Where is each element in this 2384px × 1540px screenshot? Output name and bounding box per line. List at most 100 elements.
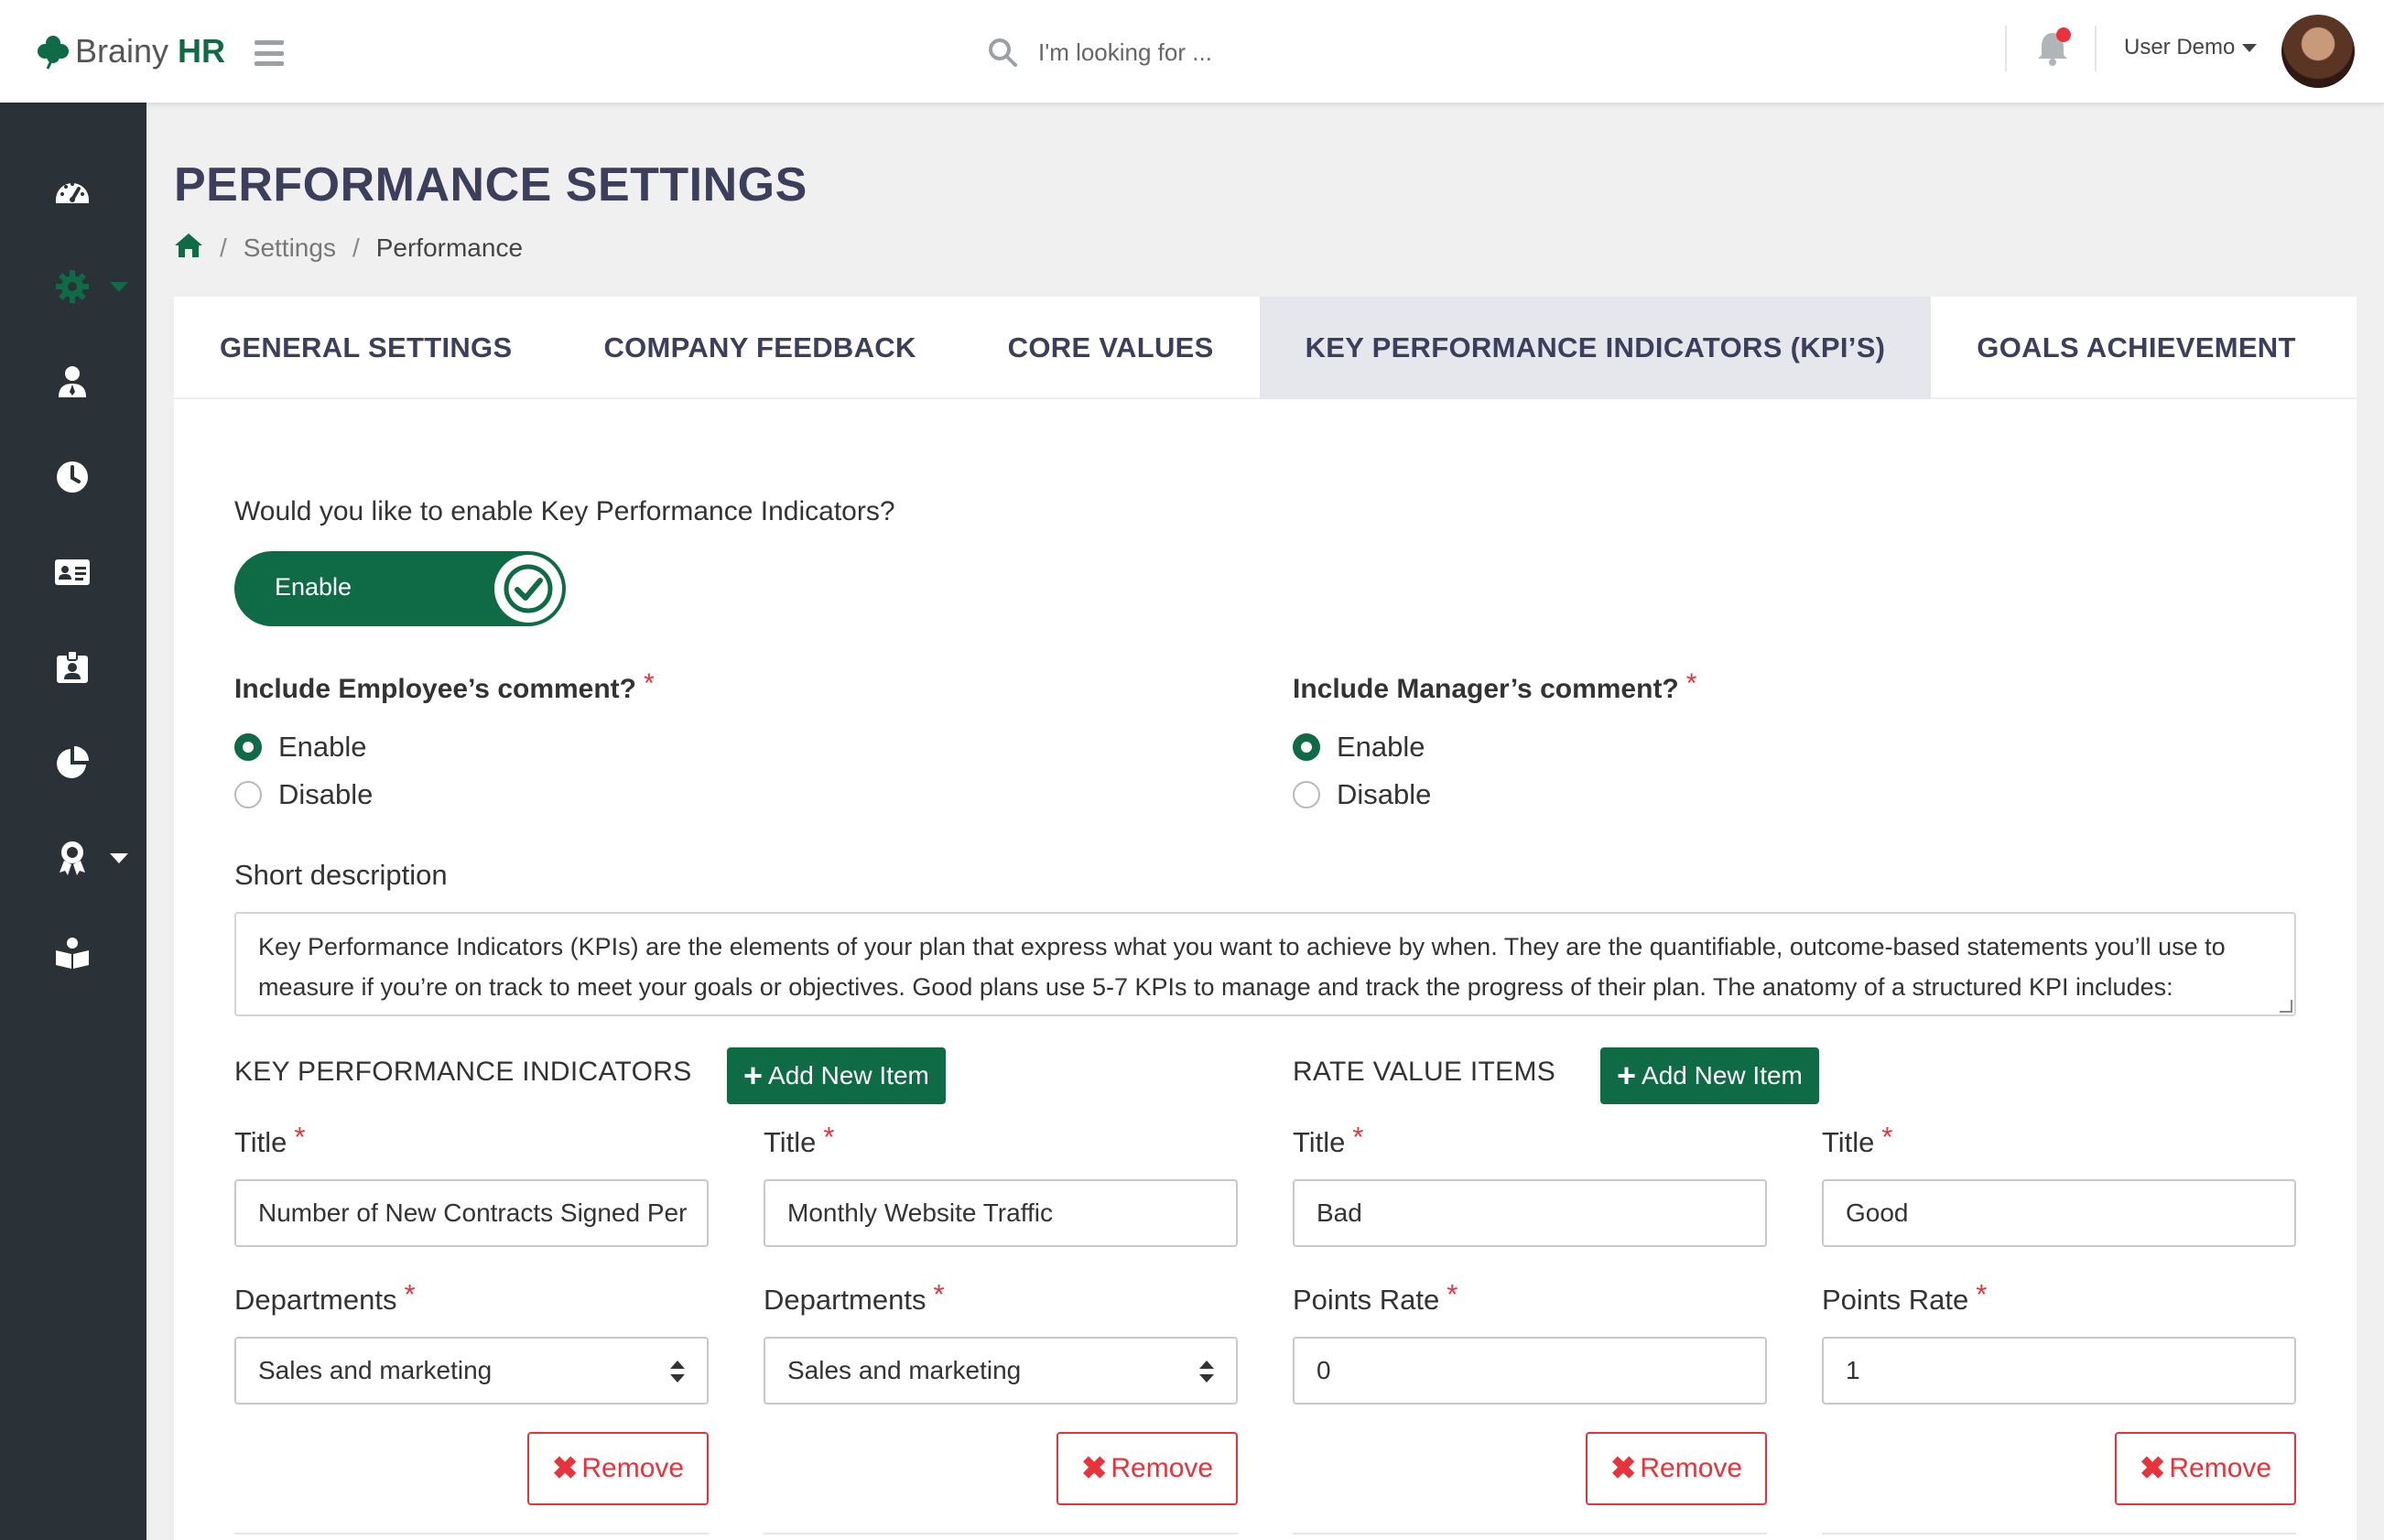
kpi-department-select[interactable]: Sales and marketing xyxy=(764,1337,1238,1404)
required-asterisk: * xyxy=(933,1278,945,1310)
home-icon[interactable] xyxy=(174,232,203,266)
chevron-down-icon xyxy=(110,281,128,292)
required-asterisk: * xyxy=(1685,668,1697,699)
employee-comment-disable[interactable]: Disable xyxy=(234,778,373,811)
close-icon: ✖ xyxy=(1080,1451,1108,1486)
kpi-title-label: Title * xyxy=(764,1121,835,1158)
add-kpi-button[interactable]: + Add New Item xyxy=(727,1047,946,1104)
remove-kpi-button[interactable]: ✖ Remove xyxy=(1057,1432,1238,1505)
close-icon: ✖ xyxy=(2139,1451,2166,1486)
close-icon: ✖ xyxy=(551,1451,579,1486)
close-icon: ✖ xyxy=(1609,1451,1637,1486)
required-asterisk: * xyxy=(1976,1278,1988,1310)
enable-kpi-toggle[interactable]: Enable xyxy=(234,551,566,626)
sidebar-item-reports[interactable] xyxy=(0,731,146,795)
avatar[interactable] xyxy=(2281,15,2355,88)
brand-logo[interactable]: Brainy HR xyxy=(35,27,225,75)
radio-button[interactable] xyxy=(234,733,262,761)
dashboard-icon xyxy=(53,172,92,211)
badge-icon xyxy=(53,648,92,687)
user-icon xyxy=(53,363,92,401)
radio-button[interactable] xyxy=(1293,733,1320,761)
id-card-icon xyxy=(53,553,92,591)
required-asterisk: * xyxy=(294,1121,306,1153)
gear-icon xyxy=(53,267,92,306)
sidebar-item-dashboard[interactable] xyxy=(0,159,146,223)
sidebar-item-time[interactable] xyxy=(0,445,146,509)
resize-handle-icon[interactable] xyxy=(2280,1000,2292,1013)
chevron-down-icon xyxy=(110,852,128,863)
settings-tabs: GENERAL SETTINGS COMPANY FEEDBACK CORE V… xyxy=(174,297,2357,399)
breadcrumb: / Settings / Performance xyxy=(174,233,523,264)
kpi-title-input[interactable]: Monthly Website Traffic xyxy=(764,1179,1238,1247)
points-rate-label: Points Rate * xyxy=(1293,1278,1458,1316)
sidebar-item-employees[interactable] xyxy=(0,350,146,414)
rate-section-title: RATE VALUE ITEMS xyxy=(1293,1057,1556,1087)
clover-icon xyxy=(38,36,69,70)
header-divider xyxy=(2095,26,2097,71)
manager-comment-label: Include Manager’s comment? * xyxy=(1293,668,1697,704)
search-icon[interactable] xyxy=(987,37,1018,68)
points-rate-input[interactable]: 0 xyxy=(1293,1337,1767,1404)
remove-rate-button[interactable]: ✖ Remove xyxy=(1586,1432,1767,1505)
sidebar-item-badges[interactable] xyxy=(0,635,146,700)
sidebar-item-directory[interactable] xyxy=(0,540,146,604)
kpi-title-label: Title * xyxy=(234,1121,306,1158)
notification-dot xyxy=(2056,27,2071,42)
select-arrows-icon xyxy=(1199,1361,1214,1383)
manager-comment-enable[interactable]: Enable xyxy=(1293,731,1425,764)
manager-comment-disable[interactable]: Disable xyxy=(1293,778,1431,811)
top-bar: Brainy HR User Demo xyxy=(0,0,2384,103)
required-asterisk: * xyxy=(404,1278,416,1310)
item-divider xyxy=(234,1533,709,1535)
plus-icon: + xyxy=(1617,1057,1637,1094)
user-name: User Demo xyxy=(2124,35,2236,60)
menu-toggle-icon[interactable] xyxy=(255,40,284,66)
toggle-label: Enable xyxy=(275,573,352,601)
page-title: PERFORMANCE SETTINGS xyxy=(174,158,807,211)
notifications-bell[interactable] xyxy=(2034,27,2071,68)
select-arrows-icon xyxy=(670,1361,685,1383)
rate-title-input[interactable]: Good xyxy=(1822,1179,2296,1247)
kpi-section-title: KEY PERFORMANCE INDICATORS xyxy=(234,1057,692,1087)
book-icon xyxy=(53,934,92,972)
award-icon xyxy=(53,839,92,877)
required-asterisk: * xyxy=(1352,1121,1364,1153)
tab-general-settings[interactable]: GENERAL SETTINGS xyxy=(174,297,558,399)
rate-title-input[interactable]: Bad xyxy=(1293,1179,1767,1247)
tab-core-values[interactable]: CORE VALUES xyxy=(962,297,1260,399)
tab-kpis[interactable]: KEY PERFORMANCE INDICATORS (KPI’S) xyxy=(1259,297,1932,399)
radio-button[interactable] xyxy=(234,781,262,808)
brand-name: Brainy xyxy=(75,32,169,70)
employee-comment-enable[interactable]: Enable xyxy=(234,731,367,764)
rate-title-label: Title * xyxy=(1293,1121,1364,1158)
required-asterisk: * xyxy=(644,668,655,699)
user-menu[interactable]: User Demo xyxy=(2124,35,2258,60)
add-rate-button[interactable]: + Add New Item xyxy=(1600,1047,1819,1104)
required-asterisk: * xyxy=(1447,1278,1458,1310)
item-divider xyxy=(1293,1533,1767,1535)
short-description-textarea[interactable]: Key Performance Indicators (KPIs) are th… xyxy=(234,912,2296,1016)
pie-chart-icon xyxy=(53,743,92,782)
sidebar-item-learning[interactable] xyxy=(0,921,146,985)
kpi-departments-label: Departments * xyxy=(764,1278,945,1316)
radio-button[interactable] xyxy=(1293,781,1320,808)
sidebar-item-settings[interactable] xyxy=(0,255,146,319)
remove-rate-button[interactable]: ✖ Remove xyxy=(2115,1432,2296,1505)
header-divider xyxy=(2005,26,2007,71)
tab-company-feedback[interactable]: COMPANY FEEDBACK xyxy=(558,297,961,399)
search-input[interactable] xyxy=(1038,38,1386,67)
remove-kpi-button[interactable]: ✖ Remove xyxy=(527,1432,709,1505)
sidebar-item-performance[interactable] xyxy=(0,826,146,890)
kpi-title-input[interactable]: Number of New Contracts Signed Per xyxy=(234,1179,709,1247)
breadcrumb-settings[interactable]: Settings xyxy=(244,233,336,263)
short-description-label: Short description xyxy=(234,859,448,891)
sidebar xyxy=(0,103,146,1540)
check-icon xyxy=(504,564,553,613)
required-asterisk: * xyxy=(823,1121,835,1153)
points-rate-input[interactable]: 1 xyxy=(1822,1337,2296,1404)
enable-kpi-question: Would you like to enable Key Performance… xyxy=(234,496,895,526)
kpi-department-select[interactable]: Sales and marketing xyxy=(234,1337,709,1404)
tab-goals-achievement[interactable]: GOALS ACHIEVEMENT xyxy=(1931,297,2341,399)
rate-title-label: Title * xyxy=(1822,1121,1893,1158)
